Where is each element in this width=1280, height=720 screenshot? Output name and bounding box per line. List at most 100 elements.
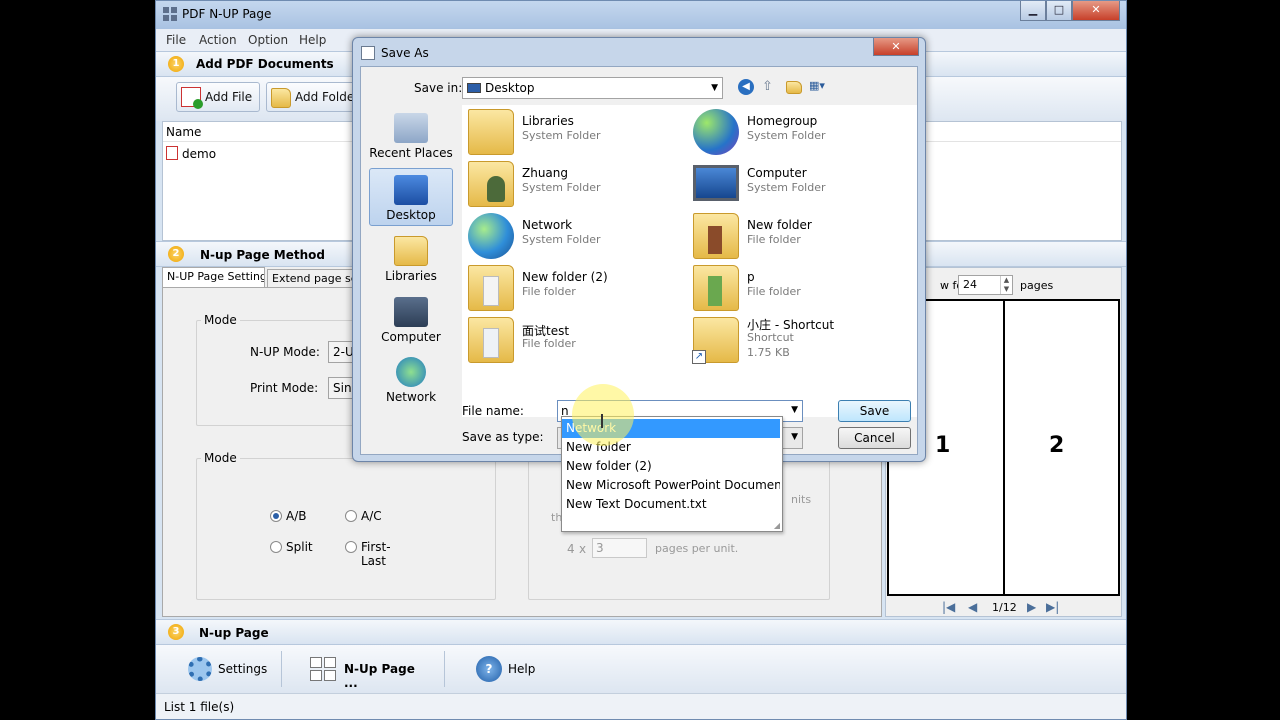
file-item-libraries[interactable]: Libraries System Folder — [468, 109, 678, 161]
folder-icon — [693, 265, 739, 311]
menu-option[interactable]: Option — [248, 33, 288, 47]
file-item-new-folder[interactable]: New folder File folder — [693, 213, 903, 265]
up-folder-icon[interactable]: ⇧ — [762, 79, 778, 95]
window-title: PDF N-UP Page — [182, 7, 272, 21]
menu-help[interactable]: Help — [299, 33, 326, 47]
chevron-down-icon: ▼ — [711, 83, 718, 93]
file-item-zhuang[interactable]: Zhuang System Folder — [468, 161, 678, 213]
radio-icon — [270, 541, 282, 553]
dialog-icon — [361, 46, 375, 60]
text-cursor-icon — [601, 414, 603, 428]
pdf-add-icon — [181, 87, 203, 109]
libraries-icon — [394, 236, 428, 266]
file-item-p[interactable]: p File folder — [693, 265, 903, 317]
resize-grip-icon[interactable]: ◢ — [774, 521, 780, 530]
minimize-button[interactable]: ▁ — [1020, 1, 1046, 21]
back-icon[interactable]: ◀ — [738, 79, 754, 95]
prev-page-icon[interactable]: ◀ — [968, 600, 977, 614]
gear-icon — [188, 657, 212, 681]
file-item-mianshi-test[interactable]: 面试test File folder — [468, 317, 678, 369]
file-item-network[interactable]: Network System Folder — [468, 213, 678, 265]
print-mode-label: Print Mode: — [250, 381, 319, 395]
radio-icon — [270, 510, 282, 522]
network-icon — [396, 357, 426, 387]
place-desktop[interactable]: Desktop — [369, 168, 453, 226]
cancel-button[interactable]: Cancel — [838, 427, 911, 449]
new-folder-icon[interactable] — [786, 81, 802, 94]
file-name-label: File name: — [462, 404, 524, 418]
places-bar: Recent Places Desktop Libraries Computer… — [366, 107, 456, 427]
divider — [444, 651, 445, 687]
file-item-new-folder-2[interactable]: New folder (2) File folder — [468, 265, 678, 317]
place-computer[interactable]: Computer — [369, 291, 453, 349]
divider — [281, 651, 282, 687]
dialog-title: Save As — [381, 46, 429, 60]
homegroup-icon — [693, 109, 739, 155]
autocomplete-item[interactable]: New Microsoft PowerPoint Document.pptx — [562, 476, 780, 495]
folder-icon — [468, 265, 514, 311]
menu-action[interactable]: Action — [199, 33, 237, 47]
menu-file[interactable]: File — [166, 33, 186, 47]
pages-spinner[interactable]: 24 ▲ ▼ — [958, 275, 1013, 295]
mode-group-2: Mode A/B A/C Split First-Last — [196, 451, 496, 600]
section-title: N-up Page — [199, 626, 269, 640]
save-button[interactable]: Save — [838, 400, 911, 422]
network-icon — [468, 213, 514, 259]
app-icon — [163, 7, 177, 21]
pages-per-unit-label: pages per unit. — [655, 542, 739, 555]
pdf-icon — [166, 146, 178, 160]
dialog-body: Save in: Desktop ▼ ◀ ⇧ ▦▾ Recent Places … — [360, 66, 918, 455]
nup-header: 3 N-up Page — [156, 619, 1126, 645]
file-view[interactable]: Libraries System Folder Homegroup System… — [462, 105, 917, 417]
radio-icon — [345, 541, 357, 553]
folder-add-icon — [271, 88, 291, 108]
rows-spinner[interactable]: 3 — [592, 538, 647, 558]
bottom-toolbar: Settings N-Up Page ... ? Help — [156, 645, 1126, 693]
next-page-icon[interactable]: ▶ — [1027, 600, 1036, 614]
computer-icon — [693, 165, 739, 201]
view-menu-icon[interactable]: ▦▾ — [809, 79, 833, 95]
chevron-down-icon: ▼ — [791, 432, 798, 442]
tab-nup-settings[interactable]: N-UP Page Settings — [162, 267, 265, 289]
page-indicator: 1/12 — [992, 601, 1017, 614]
file-item-homegroup[interactable]: Homegroup System Folder — [693, 109, 903, 161]
preview-page-2: 2 — [1003, 299, 1120, 596]
settings-button[interactable]: Settings — [186, 655, 267, 683]
autocomplete-item[interactable]: New folder (2) — [562, 457, 780, 476]
save-in-label: Save in: — [414, 81, 463, 95]
cursor-highlight — [572, 384, 634, 446]
radio-icon — [345, 510, 357, 522]
group-label: Mode — [201, 313, 240, 327]
place-recent[interactable]: Recent Places — [369, 107, 453, 165]
nup-mode-label: N-UP Mode: — [250, 345, 320, 359]
step-badge: 2 — [168, 246, 184, 262]
save-in-select[interactable]: Desktop ▼ — [462, 77, 723, 99]
first-page-icon[interactable]: |◀ — [942, 600, 955, 614]
place-libraries[interactable]: Libraries — [369, 230, 453, 288]
title-bar[interactable]: PDF N-UP Page ▁ □ ✕ — [156, 1, 1126, 29]
help-icon: ? — [476, 656, 502, 682]
add-folder-button[interactable]: Add Folde — [266, 82, 358, 112]
desktop-icon — [467, 83, 481, 93]
autocomplete-item[interactable]: New Text Document.txt — [562, 495, 780, 514]
status-bar: List 1 file(s) — [156, 693, 1126, 719]
close-button[interactable]: ✕ — [1072, 1, 1120, 21]
step-badge: 3 — [168, 624, 184, 640]
section-title: Add PDF Documents — [196, 57, 334, 71]
add-file-button[interactable]: Add File — [176, 82, 260, 112]
chevron-down-icon[interactable]: ▼ — [791, 405, 798, 415]
last-page-icon[interactable]: ▶| — [1046, 600, 1059, 614]
maximize-button[interactable]: □ — [1046, 1, 1072, 21]
help-button[interactable]: ? Help — [474, 655, 544, 683]
dialog-close-button[interactable]: ✕ — [873, 38, 919, 56]
file-item-computer[interactable]: Computer System Folder — [693, 161, 903, 213]
nup-page-button[interactable]: N-Up Page ... — [308, 655, 428, 690]
place-network[interactable]: Network — [369, 351, 453, 409]
tab-extend-page[interactable]: Extend page set — [267, 269, 355, 289]
user-folder-icon — [468, 161, 514, 207]
step-badge: 1 — [168, 56, 184, 72]
file-item-shortcut[interactable]: ↗ 小庄 - Shortcut Shortcut 1.75 KB — [692, 313, 903, 369]
group-label: Mode — [201, 451, 240, 465]
libraries-icon — [468, 109, 514, 155]
desktop-icon — [394, 175, 428, 205]
